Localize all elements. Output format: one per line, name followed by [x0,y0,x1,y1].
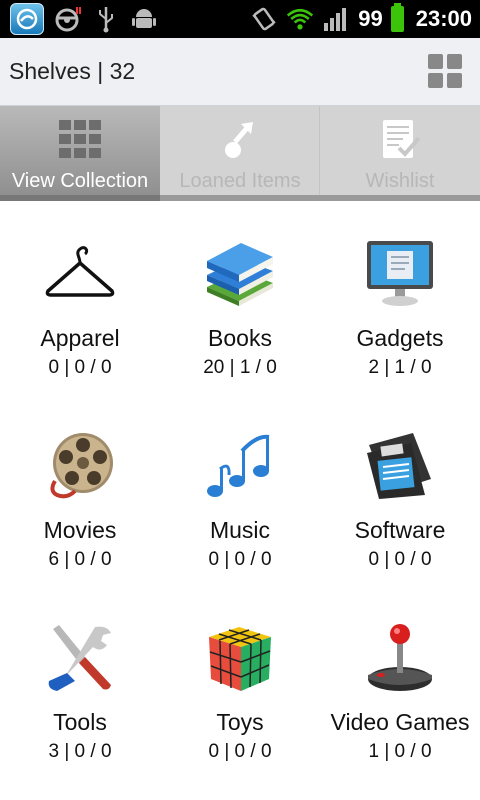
status-clock: 23:00 [415,6,472,31]
shelf-books[interactable]: Books 20 | 1 / 0 [160,201,320,393]
tools-icon [45,623,115,693]
shelf-name: Books [208,325,272,351]
shelves-grid: Apparel 0 | 0 / 0 Books 20 | 1 / 0 Gadge… [0,201,480,800]
shelf-counts: 0 | 0 / 0 [208,549,272,570]
wishlist-clipboard-icon [377,118,423,160]
shelf-counts: 6 | 0 / 0 [48,549,112,570]
tab-view-collection[interactable]: View Collection [0,106,160,201]
shelf-counts: 2 | 1 / 0 [368,357,432,378]
tab-label: View Collection [11,170,149,192]
shelf-counts: 20 | 1 / 0 [203,357,277,378]
shelf-movies[interactable]: Movies 6 | 0 / 0 [0,393,160,585]
hanger-icon [45,239,115,309]
collection-grid-icon [57,118,103,160]
app-logo-icon [10,3,44,35]
shelf-counts: 0 | 0 / 0 [368,549,432,570]
shelf-name: Apparel [40,325,120,351]
shelf-name: Music [209,517,271,543]
battery-percent: 99 [358,6,383,31]
shelf-counts: 0 | 0 / 0 [48,357,112,378]
floppy-disk-icon [365,431,435,501]
tab-bar: View Collection Loaned Items Wishlist [0,106,480,201]
shelf-name: Toys [216,709,264,735]
shelf-video-games[interactable]: Video Games 1 | 0 / 0 [320,585,480,777]
android-debug-icon [130,5,158,33]
shelf-name: Movies [43,517,117,543]
battery-icon [390,3,404,32]
tab-loaned-items[interactable]: Loaned Items [160,106,320,201]
shelf-counts: 3 | 0 / 0 [48,741,112,762]
wifi-icon [286,5,314,33]
rubiks-cube-icon [205,623,275,693]
shelf-name: Software [354,517,446,543]
page-title: Shelves | 32 [9,58,136,84]
joystick-icon [365,623,435,693]
shelf-apparel[interactable]: Apparel 0 | 0 / 0 [0,201,160,393]
shelf-gadgets[interactable]: Gadgets 2 | 1 / 0 [320,201,480,393]
shelf-name: Tools [53,709,107,735]
usb-icon [92,5,120,33]
grid-view-icon[interactable] [428,54,462,88]
shelf-counts: 1 | 0 / 0 [368,741,432,762]
vibrate-icon [250,5,278,33]
shelf-name: Gadgets [356,325,444,351]
shelf-software[interactable]: Software 0 | 0 / 0 [320,393,480,585]
action-bar: Shelves | 32 [0,38,480,106]
tab-label: Wishlist [365,170,435,192]
shelf-counts: 0 | 0 / 0 [208,741,272,762]
tab-wishlist[interactable]: Wishlist [320,106,480,201]
shelf-name: Video Games [330,709,470,735]
shelf-toys[interactable]: Toys 0 | 0 / 0 [160,585,320,777]
loan-arrow-icon [217,118,263,160]
monitor-icon [365,239,435,309]
music-notes-icon [205,431,275,501]
status-bar: 99 23:00 [0,0,480,38]
signal-icon [322,5,350,33]
shelf-music[interactable]: Music 0 | 0 / 0 [160,393,320,585]
film-reel-icon [45,431,115,501]
steering-wheel-icon [54,5,82,33]
books-icon [205,239,275,309]
tab-label: Loaned Items [179,170,301,192]
shelf-tools[interactable]: Tools 3 | 0 / 0 [0,585,160,777]
